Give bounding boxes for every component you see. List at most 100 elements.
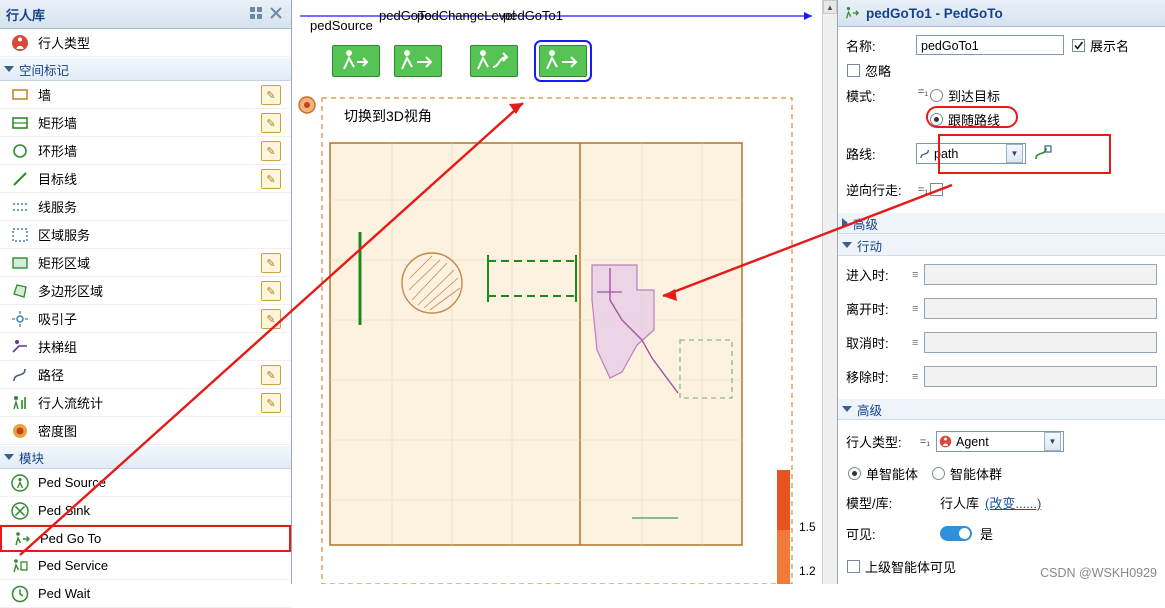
scroll-up-arrow-icon[interactable]: ▲: [823, 0, 837, 14]
mode-option-label: 跟随路线: [948, 113, 1001, 128]
properties-panel: pedGoTo1 - PedGoTo 名称: pedGoTo1 展示名 忽略 模…: [837, 0, 1165, 584]
canvas-block-ped-go-to[interactable]: [394, 45, 442, 77]
single-agent-option[interactable]: 单智能体: [848, 464, 918, 483]
chevron-down-icon: [4, 66, 14, 72]
group-action[interactable]: 行动: [838, 234, 1165, 256]
ped-source-icon: [10, 473, 30, 493]
action-code-field[interactable]: [924, 298, 1157, 319]
palette-item-area-service[interactable]: 区域服务: [0, 221, 291, 249]
path-icon: [10, 365, 30, 385]
action-code-field[interactable]: [924, 264, 1157, 285]
name-input[interactable]: pedGoTo1: [916, 35, 1064, 55]
palette-item-rect-wall[interactable]: 矩形墙 ✎: [0, 109, 291, 137]
palette-item-escalator-group[interactable]: 扶梯组: [0, 333, 291, 361]
canvas-label-ped-go-to-1: pedGoTo1: [503, 8, 563, 23]
name-label: 名称:: [846, 38, 876, 54]
action-row-on-remove: 移除时: ≡: [838, 364, 1165, 389]
action-label: 进入时:: [846, 268, 889, 283]
upper-agent-checkbox[interactable]: [847, 560, 860, 573]
edit-pencil-icon[interactable]: ✎: [261, 169, 281, 189]
chevron-down-icon: [4, 454, 14, 460]
palette-item-circular-wall[interactable]: 环形墙 ✎: [0, 137, 291, 165]
ignore-label: 忽略: [865, 64, 892, 79]
pedestrian-library-panel: 行人库 行人类型 空间标记 墙 ✎ 矩形墙 ✎ 环形墙 ✎ 目标线 ✎ 线服务 …: [0, 0, 292, 608]
mode-option-follow-route[interactable]: 跟随路线: [930, 110, 1000, 129]
canvas-label-ped-change-level: pedChangeLevel: [417, 8, 516, 23]
palette-item-label: 矩形区域: [38, 256, 91, 271]
edit-pencil-icon[interactable]: ✎: [261, 393, 281, 413]
escalator-group-icon: [10, 337, 30, 357]
route-select[interactable]: path ▼: [916, 143, 1026, 164]
switch-to-3d-view-link[interactable]: 切换到3D视角: [344, 106, 432, 126]
chevron-down-icon[interactable]: ▼: [1044, 432, 1061, 451]
palette-item-line-service[interactable]: 线服务: [0, 193, 291, 221]
palette-item-polygon-area[interactable]: 多边形区域 ✎: [0, 277, 291, 305]
action-row-on-enter: 进入时: ≡: [838, 262, 1165, 287]
edit-pencil-icon[interactable]: ✎: [261, 281, 281, 301]
palette-group-modules[interactable]: 模块: [0, 445, 291, 469]
palette-item-ped-source[interactable]: Ped Source: [0, 469, 291, 497]
palette-item-pedestrian-type[interactable]: 行人类型: [0, 29, 291, 57]
palette-item-label: Ped Sink: [38, 503, 91, 518]
palette-group-space-markup[interactable]: 空间标记: [0, 57, 291, 81]
canvas-drawing: [298, 12, 812, 584]
edit-pencil-icon[interactable]: ✎: [261, 253, 281, 273]
edit-pencil-icon[interactable]: ✎: [261, 309, 281, 329]
show-name-checkbox[interactable]: 展示名: [1072, 36, 1129, 55]
palette-item-attractor[interactable]: 吸引子 ✎: [0, 305, 291, 333]
agent-icon: [939, 435, 952, 448]
edit-pencil-icon[interactable]: ✎: [261, 365, 281, 385]
palette-item-target-line[interactable]: 目标线 ✎: [0, 165, 291, 193]
action-code-field[interactable]: [924, 366, 1157, 387]
action-row-on-cancel: 取消时: ≡: [838, 330, 1165, 355]
grid-icon[interactable]: [249, 6, 265, 22]
edit-pencil-icon[interactable]: ✎: [261, 85, 281, 105]
reverse-checkbox[interactable]: [930, 183, 943, 196]
edit-pencil-icon[interactable]: ✎: [261, 113, 281, 133]
palette-item-rect-area[interactable]: 矩形区域 ✎: [0, 249, 291, 277]
agent-group-option[interactable]: 智能体群: [932, 464, 1002, 483]
palette-item-label: 吸引子: [38, 312, 78, 327]
visible-toggle[interactable]: [940, 526, 972, 541]
ped-type-select[interactable]: Agent ▼: [936, 431, 1064, 452]
palette-item-label: 多边形区域: [38, 284, 104, 299]
palette-item-ped-go-to[interactable]: Ped Go To: [0, 525, 291, 552]
action-code-field[interactable]: [924, 332, 1157, 353]
palette-item-ped-flow-statistics[interactable]: 行人流统计 ✎: [0, 389, 291, 417]
canvas-block-ped-change-level[interactable]: [470, 45, 518, 77]
palette-item-path[interactable]: 路径 ✎: [0, 361, 291, 389]
ignore-row[interactable]: 忽略: [838, 58, 1165, 83]
checkbox-box: [1072, 38, 1085, 52]
palette-item-density-map[interactable]: 密度图: [0, 417, 291, 445]
chevron-down-icon: [842, 406, 852, 412]
close-icon[interactable]: [269, 6, 285, 22]
edit-pencil-icon[interactable]: ✎: [261, 141, 281, 161]
visible-row: 可见: 是: [838, 521, 1165, 546]
canvas-vertical-scrollbar[interactable]: ▲: [822, 0, 837, 584]
action-label: 离开时:: [846, 302, 889, 317]
palette-item-wall[interactable]: 墙 ✎: [0, 81, 291, 109]
equals-icon: =₁: [919, 435, 931, 448]
model-lib-change-link[interactable]: (改变......): [985, 493, 1041, 512]
palette-item-label: Ped Go To: [40, 531, 102, 546]
palette-title: 行人库: [6, 7, 46, 23]
mode-option-reach-target[interactable]: 到达目标: [930, 86, 1000, 105]
group-advanced-2[interactable]: 高级: [838, 398, 1165, 420]
polygon-area-icon: [10, 281, 30, 301]
chevron-down-icon[interactable]: ▼: [1006, 144, 1023, 163]
person-type-icon: [10, 33, 30, 53]
ignore-checkbox[interactable]: [847, 64, 860, 77]
radio-button: [930, 113, 943, 126]
chevron-down-icon: [842, 242, 852, 248]
palette-item-ped-service[interactable]: Ped Service: [0, 552, 291, 580]
ruler-mark-2: 1.2: [799, 564, 816, 578]
canvas-block-ped-go-to-1[interactable]: [534, 40, 592, 82]
group-advanced-1[interactable]: 高级: [838, 212, 1165, 234]
palette-item-ped-sink[interactable]: Ped Sink: [0, 497, 291, 525]
code-icon: ≡: [912, 370, 919, 383]
palette-item-ped-wait[interactable]: Ped Wait: [0, 580, 291, 608]
edit-route-icon[interactable]: [1034, 144, 1052, 163]
mode-option-label: 到达目标: [948, 89, 1001, 104]
model-canvas[interactable]: pedSource pedGoTo pedChangeLevel pedGoTo…: [292, 0, 837, 584]
canvas-block-ped-source[interactable]: [332, 45, 380, 77]
